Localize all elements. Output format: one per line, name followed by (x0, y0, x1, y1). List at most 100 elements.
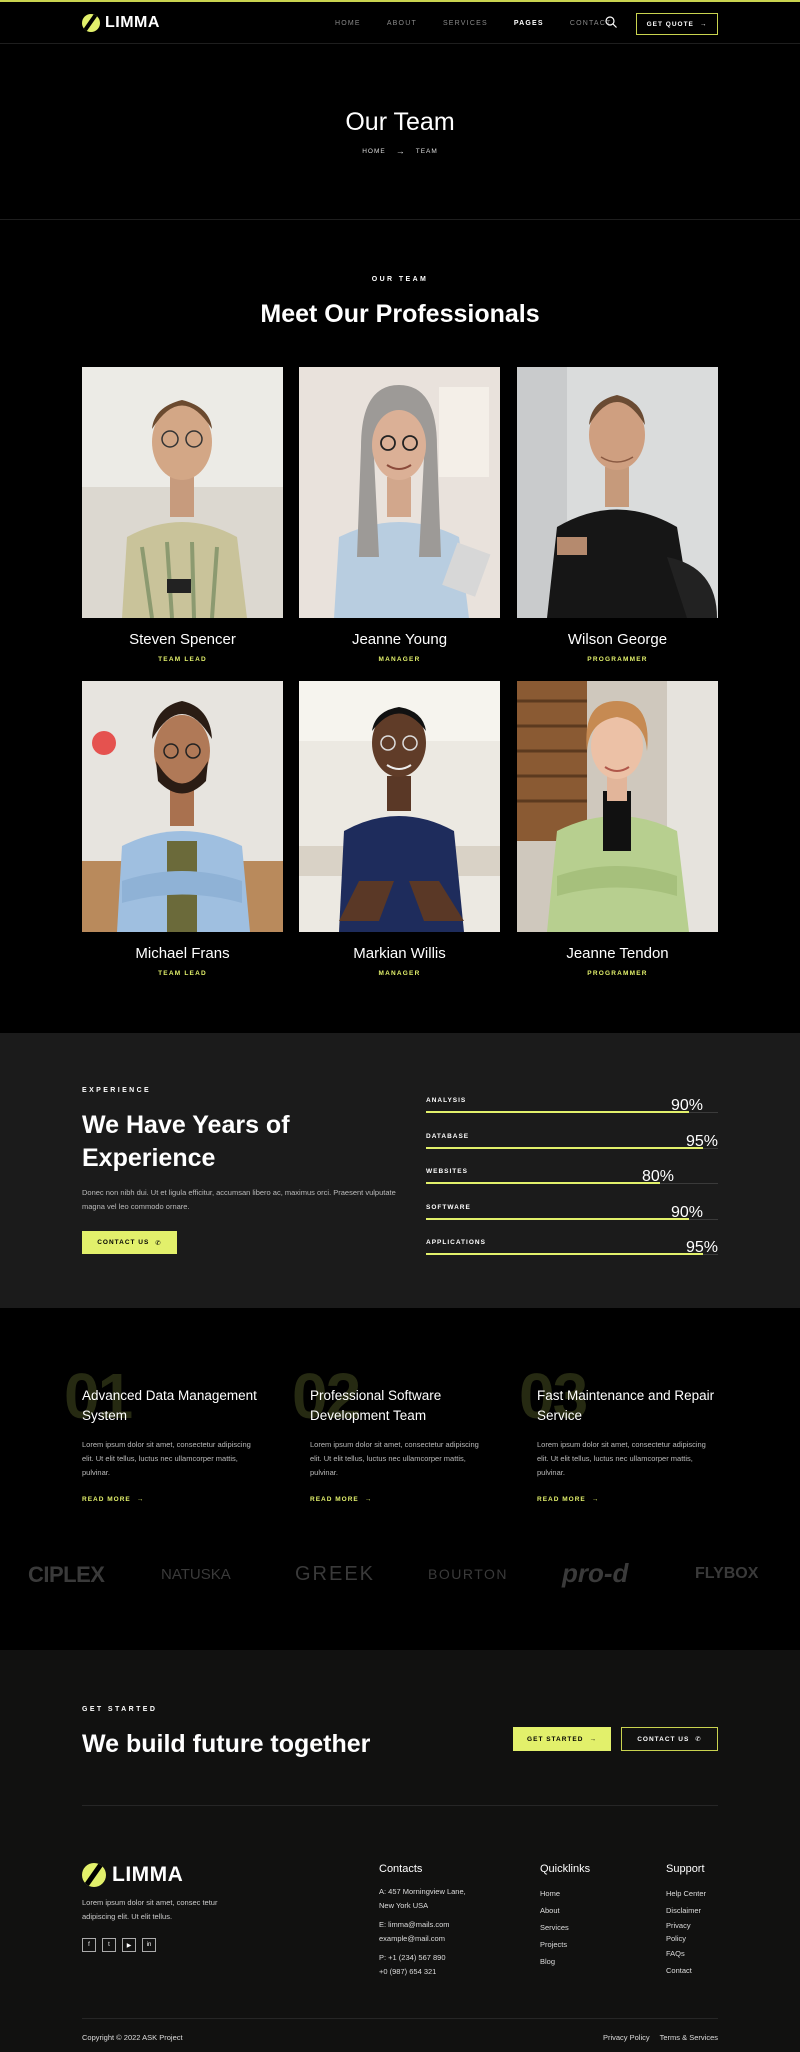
partner-logo: CIPLEX (28, 1562, 105, 1587)
skill-bar-websites: WEBSITES 80% (426, 1168, 718, 1185)
twitter-icon[interactable]: t (102, 1938, 116, 1952)
youtube-icon[interactable]: ▶ (122, 1938, 136, 1952)
read-more-link[interactable]: READ MORE → (82, 1496, 262, 1503)
search-icon[interactable] (605, 16, 617, 28)
read-more-label: READ MORE (537, 1496, 586, 1503)
breadcrumb-home[interactable]: HOME (362, 148, 386, 155)
cta-contact-label: CONTACT US (637, 1735, 690, 1743)
service-title: Fast Maintenance and Repair Service (537, 1388, 715, 1423)
team-card[interactable]: Markian Willis MANAGER (299, 681, 500, 977)
logo-icon (82, 14, 100, 32)
get-quote-label: GET QUOTE (646, 20, 694, 28)
logo[interactable]: LIMMA (82, 14, 160, 32)
skill-fill (426, 1147, 703, 1149)
divider (82, 1805, 718, 1806)
page-title: Our Team (345, 108, 455, 136)
support-contact[interactable]: Contact (666, 1962, 706, 1979)
footer-about: Lorem ipsum dolor sit amet, consec tetur… (82, 1898, 218, 1921)
nav-pages[interactable]: PAGES (514, 20, 544, 27)
quicklink-projects[interactable]: Projects (540, 1936, 590, 1953)
get-started-button[interactable]: GET STARTED → (513, 1727, 611, 1751)
skill-bar-analysis: ANALYSIS 90% (426, 1097, 718, 1114)
cta-title: We build future together (82, 1730, 371, 1758)
team-photo (82, 681, 283, 932)
skill-label: APPLICATIONS (426, 1239, 486, 1246)
member-role: PROGRAMMER (587, 656, 648, 663)
email-link[interactable]: E: limma@mails.com (379, 1918, 466, 1932)
support-privacy[interactable]: Privacy (666, 1919, 706, 1932)
skill-fill (426, 1182, 660, 1184)
address-line: New York USA (379, 1900, 429, 1910)
member-name: Wilson George (567, 631, 668, 648)
team-card[interactable]: Michael Frans TEAM LEAD (82, 681, 283, 977)
member-role: PROGRAMMER (587, 970, 648, 977)
skill-bar-database: DATABASE 95% (426, 1133, 718, 1150)
phone-link[interactable]: +0 (987) 654 321 (379, 1965, 466, 1979)
email-link[interactable]: example@mail.com (379, 1932, 466, 1946)
footer-contacts: Contacts A: 457 Morningview Lane, New Yo… (379, 1863, 466, 1978)
privacy-policy-link[interactable]: Privacy Policy (603, 2033, 650, 2042)
skill-fill (426, 1111, 689, 1113)
linkedin-icon[interactable]: in (142, 1938, 156, 1952)
footer-support: Support Help Center Disclaimer Privacy P… (666, 1863, 706, 1979)
cta-contact-button[interactable]: CONTACT US ✆ (621, 1727, 718, 1751)
service-text: Lorem ipsum dolor sit amet, consectetur … (310, 1440, 479, 1477)
quicklink-home[interactable]: Home (540, 1885, 590, 1902)
arrow-right-icon: → (589, 1735, 597, 1743)
footer-support-title: Support (666, 1863, 705, 1875)
team-card[interactable]: Jeanne Tendon PROGRAMMER (517, 681, 718, 977)
skill-fill (426, 1253, 703, 1255)
arrow-right-icon: → (591, 1496, 600, 1503)
member-role: MANAGER (378, 970, 421, 977)
get-quote-button[interactable]: GET QUOTE → (636, 13, 718, 35)
logo-icon (82, 1863, 106, 1887)
experience-text: Donec non nibh dui. Ut et ligula efficit… (82, 1188, 396, 1211)
phone-link[interactable]: P: +1 (234) 567 890 (379, 1951, 466, 1965)
page-hero: Our Team HOME → TEAM (0, 44, 800, 220)
member-name: Jeanne Young (351, 631, 448, 648)
member-name: Markian Willis (353, 945, 446, 962)
service-card: 02 Professional Software Development Tea… (292, 1364, 490, 1503)
support-disclaimer[interactable]: Disclaimer (666, 1902, 706, 1919)
team-photo (299, 681, 500, 932)
support-help-center[interactable]: Help Center (666, 1885, 706, 1902)
partner-logo: NATUSKA (161, 1566, 231, 1583)
team-title: Meet Our Professionals (260, 300, 540, 328)
footer-quicklinks: Quicklinks Home About Services Projects … (540, 1863, 590, 1970)
read-more-link[interactable]: READ MORE → (537, 1496, 717, 1503)
team-card[interactable]: Steven Spencer TEAM LEAD (82, 367, 283, 663)
support-policy[interactable]: Policy (666, 1932, 706, 1945)
arrow-right-icon: → (395, 146, 406, 156)
read-more-label: READ MORE (82, 1496, 131, 1503)
team-card[interactable]: Wilson George PROGRAMMER (517, 367, 718, 663)
arrow-right-icon: → (364, 1496, 373, 1503)
nav-home[interactable]: HOME (335, 20, 361, 27)
experience-eyebrow: EXPERIENCE (82, 1087, 152, 1094)
contact-us-button[interactable]: CONTACT US ✆ (82, 1231, 177, 1254)
read-more-link[interactable]: READ MORE → (310, 1496, 490, 1503)
skill-bar-software: SOFTWARE 90% (426, 1204, 718, 1221)
logo-text: LIMMA (105, 14, 160, 31)
footer-logo[interactable]: LIMMA (82, 1863, 183, 1887)
quicklink-services[interactable]: Services (540, 1919, 590, 1936)
quicklink-about[interactable]: About (540, 1902, 590, 1919)
support-faqs[interactable]: FAQs (666, 1945, 706, 1962)
member-role: TEAM LEAD (158, 970, 207, 977)
cta-eyebrow: GET STARTED (82, 1706, 158, 1713)
breadcrumb-current: TEAM (415, 147, 438, 155)
facebook-icon[interactable]: f (82, 1938, 96, 1952)
terms-link[interactable]: Terms & Services (660, 2033, 718, 2042)
copyright: Copyright © 2022 ASK Project (82, 2033, 183, 2042)
experience-title: We Have Years of Experience (82, 1111, 290, 1172)
member-role: TEAM LEAD (158, 656, 207, 663)
team-card[interactable]: Jeanne Young MANAGER (299, 367, 500, 663)
quicklink-blog[interactable]: Blog (540, 1953, 590, 1970)
arrow-right-icon: → (699, 20, 708, 28)
service-text: Lorem ipsum dolor sit amet, consectetur … (537, 1440, 706, 1477)
get-started-label: GET STARTED (527, 1735, 584, 1743)
service-title: Advanced Data Management System (82, 1388, 257, 1423)
service-card: 03 Fast Maintenance and Repair Service L… (519, 1364, 717, 1503)
nav-services[interactable]: SERVICES (443, 20, 488, 27)
nav-about[interactable]: ABOUT (387, 20, 417, 27)
phone-icon: ✆ (155, 1239, 162, 1247)
